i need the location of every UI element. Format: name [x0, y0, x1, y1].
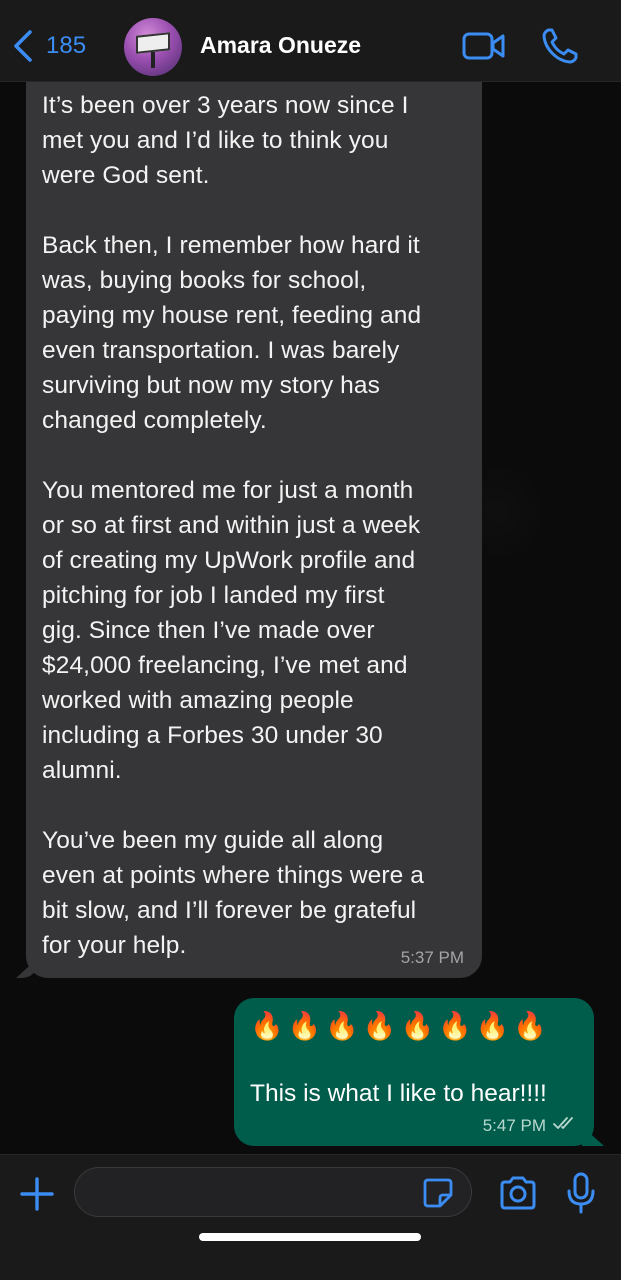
outgoing-message-bubble[interactable]: 🔥🔥🔥🔥🔥🔥🔥🔥 This is what I like to hear!!!!…: [234, 998, 604, 1146]
message-time: 5:37 PM: [400, 948, 464, 967]
back-button[interactable]: 185: [12, 28, 86, 64]
sticker-icon: [422, 1178, 454, 1213]
voice-message-button[interactable]: [566, 1171, 596, 1215]
avatar[interactable]: [124, 18, 182, 76]
microphone-icon: [566, 1172, 596, 1219]
camera-icon: [498, 1176, 538, 1215]
voice-call-button[interactable]: [540, 26, 580, 66]
message-time: 5:47 PM: [482, 1115, 546, 1135]
chat-header: 185 Amara Onueze: [0, 0, 621, 82]
phone-icon: [540, 28, 580, 70]
plus-icon: [18, 1177, 56, 1217]
message-text: This is what I like to hear!!!!: [250, 1080, 547, 1107]
sticker-button[interactable]: [422, 1177, 454, 1209]
double-check-icon: [552, 1115, 578, 1136]
chevron-left-icon: [12, 29, 34, 63]
message-meta: 5:47 PM: [483, 1115, 578, 1136]
video-call-button[interactable]: [462, 30, 506, 62]
contact-name[interactable]: Amara Onueze: [200, 32, 361, 59]
attach-button[interactable]: [18, 1175, 56, 1213]
message-input-bar: [0, 1154, 621, 1280]
fire-emojis: 🔥🔥🔥🔥🔥🔥🔥🔥: [250, 1011, 551, 1041]
message-text: It’s been over 3 years now since I met y…: [42, 92, 425, 959]
unread-count: 185: [46, 32, 87, 59]
video-call-icon: [462, 32, 506, 66]
camera-button[interactable]: [498, 1175, 538, 1211]
incoming-message-bubble[interactable]: It’s been over 3 years now since I met y…: [16, 82, 482, 978]
message-input[interactable]: [74, 1167, 472, 1217]
home-indicator[interactable]: [199, 1233, 421, 1241]
